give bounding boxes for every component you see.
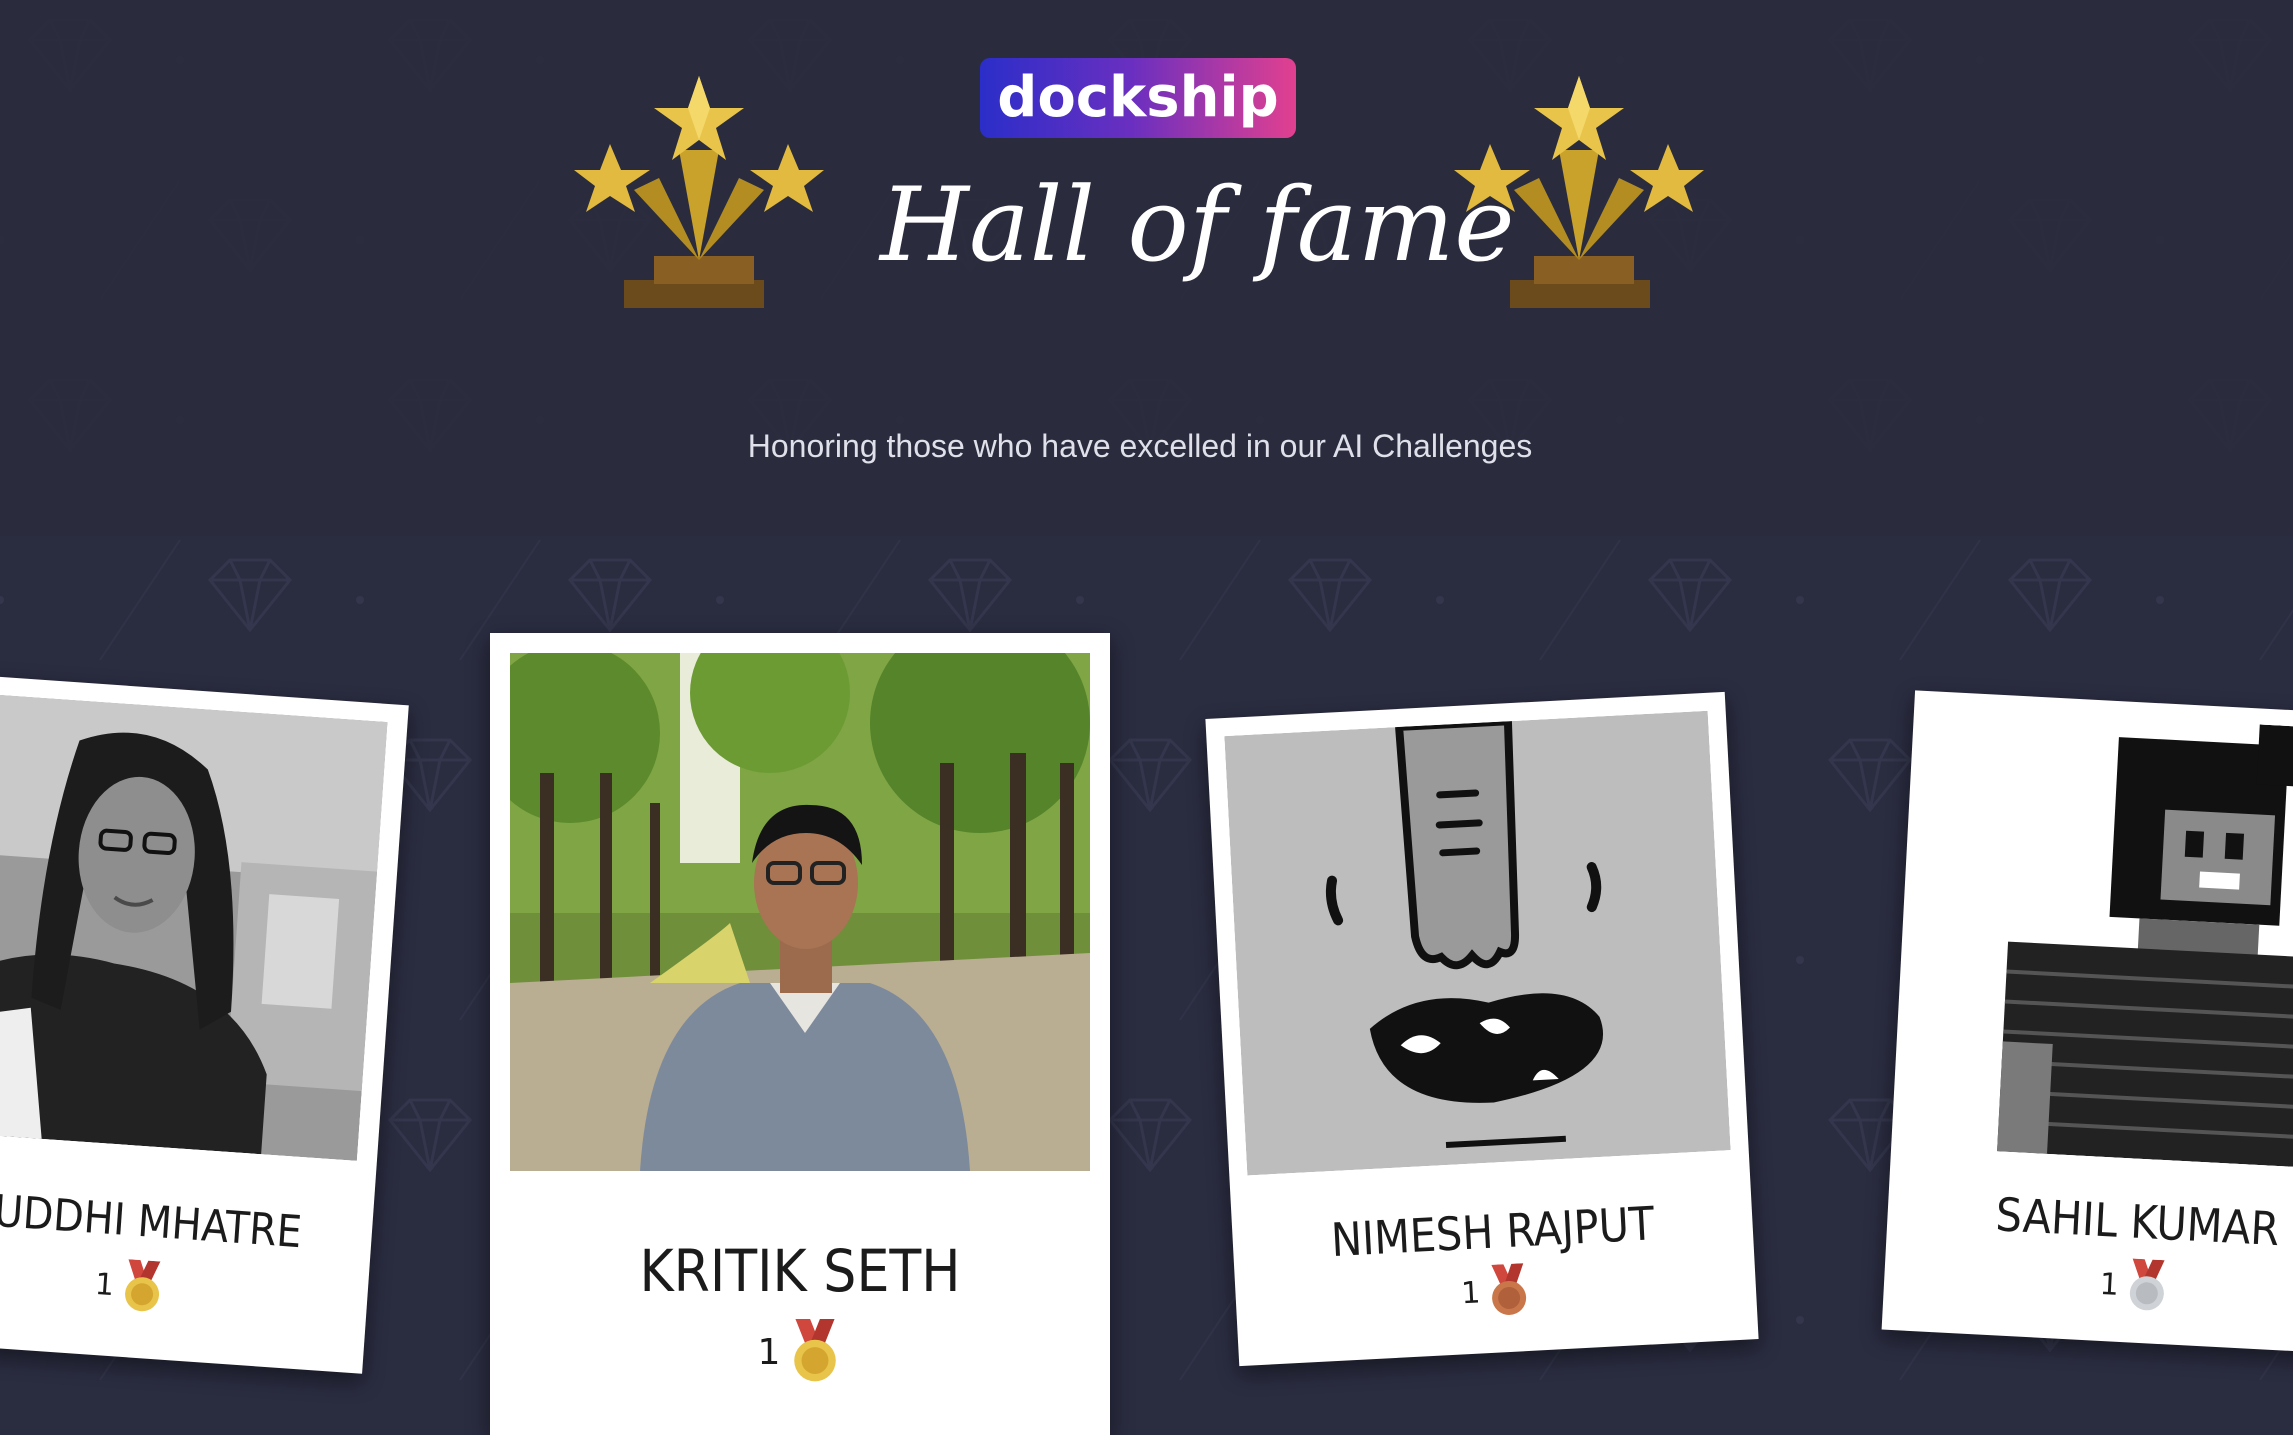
bronze-medal-icon	[1490, 1263, 1526, 1315]
gold-medal-icon	[794, 1319, 837, 1382]
winner-photo	[1907, 707, 2293, 1172]
medal-count: 1	[1883, 1246, 2293, 1326]
medal-count: 1	[490, 1319, 1110, 1385]
logo-text: dockship	[997, 65, 1279, 130]
dockship-logo[interactable]: dockship	[980, 58, 1296, 138]
winner-card[interactable]: SAHIL KUMAR 1	[1881, 690, 2293, 1356]
winner-name: KRITIK SETH	[639, 1237, 961, 1305]
trophy-stars-icon	[574, 76, 824, 308]
medal-count-value: 1	[93, 1266, 116, 1303]
page-subtitle: Honoring those who have excelled in our …	[747, 428, 1533, 464]
medal-count-value: 1	[757, 1331, 781, 1373]
winner-photo	[510, 653, 1090, 1171]
medal-count-value: 1	[2098, 1266, 2120, 1303]
winner-photo	[1224, 710, 1731, 1176]
winner-card[interactable]: RUDDHI MHATRE 1	[0, 672, 409, 1374]
page-title: Hall of fame	[880, 166, 1515, 285]
hero-banner: dockship Hall of fame Honoring those who…	[0, 0, 2293, 536]
silver-medal-icon	[2129, 1258, 2165, 1311]
gold-medal-icon	[124, 1259, 160, 1312]
winner-card[interactable]: KRITIK SETH 1	[490, 633, 1110, 1435]
winner-name: RUDDHI MHATRE	[0, 1183, 304, 1259]
winner-photo	[0, 691, 388, 1161]
winner-card[interactable]: NIMESH RAJPUT 1	[1205, 691, 1759, 1367]
medal-count-value: 1	[1460, 1274, 1482, 1311]
